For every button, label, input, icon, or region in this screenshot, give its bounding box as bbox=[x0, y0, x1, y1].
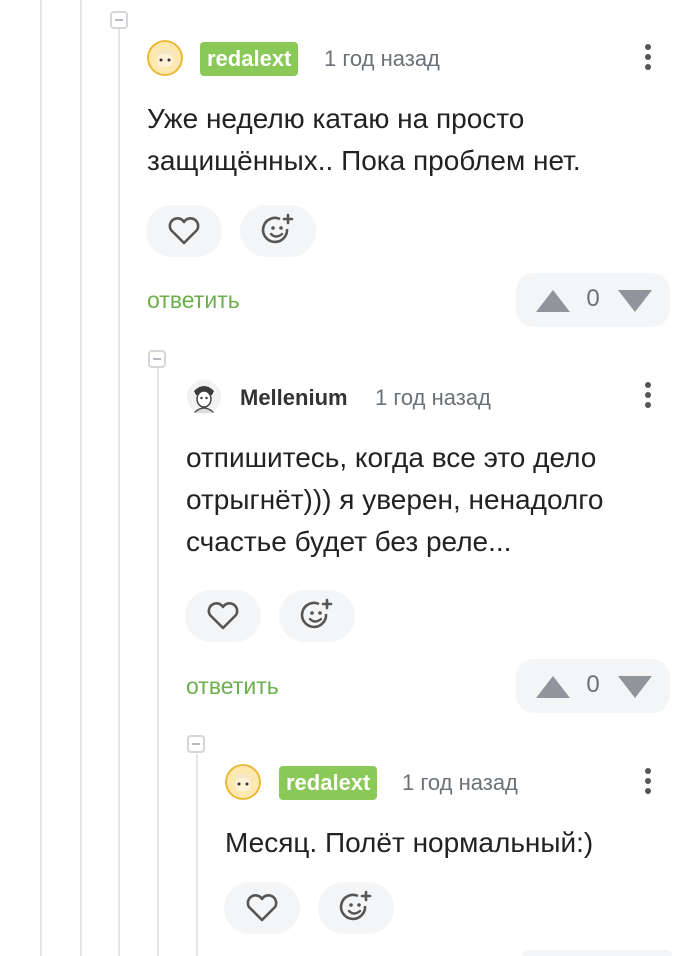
collapse-icon[interactable] bbox=[187, 735, 205, 753]
avatar[interactable] bbox=[186, 379, 222, 415]
more-vertical-icon[interactable] bbox=[644, 382, 652, 414]
comment-text: отпишитесь, когда все это дело отрыгнёт)… bbox=[186, 437, 603, 563]
reaction-button[interactable] bbox=[318, 882, 394, 934]
reply-link[interactable]: ответить bbox=[147, 287, 240, 314]
arrow-down-icon[interactable] bbox=[618, 290, 652, 312]
username-badge[interactable]: redalext bbox=[279, 766, 378, 800]
comment-time[interactable]: 1 год назад bbox=[324, 46, 440, 72]
thread-line bbox=[196, 754, 198, 956]
add-emoji-icon bbox=[339, 890, 372, 921]
collapse-icon[interactable] bbox=[148, 350, 166, 368]
heart-icon bbox=[168, 217, 200, 245]
thread-line bbox=[40, 0, 42, 956]
like-button[interactable] bbox=[185, 590, 261, 642]
heart-icon bbox=[207, 602, 239, 630]
add-emoji-icon bbox=[261, 213, 294, 244]
collapse-icon[interactable] bbox=[110, 11, 128, 29]
comment-time[interactable]: 1 год назад bbox=[402, 770, 518, 796]
thread-line bbox=[118, 28, 120, 956]
vote-box-partial bbox=[522, 950, 672, 956]
vote-box: 0 bbox=[516, 273, 670, 327]
like-button[interactable] bbox=[224, 882, 300, 934]
avatar[interactable] bbox=[225, 764, 261, 800]
comment-text-line: защищённых.. Пока проблем нет. bbox=[147, 145, 581, 176]
comment-text-line: отпишитесь, когда все это дело bbox=[186, 442, 597, 473]
comment-text-line: Месяц. Полёт нормальный:) bbox=[225, 827, 594, 858]
heart-icon bbox=[246, 894, 278, 922]
comment-text: Месяц. Полёт нормальный:) bbox=[225, 822, 593, 864]
reaction-button[interactable] bbox=[240, 205, 316, 257]
avatar[interactable] bbox=[147, 40, 183, 76]
thread-line bbox=[157, 368, 159, 956]
thread-line bbox=[80, 0, 82, 956]
comment-text-line: Уже неделю катаю на просто bbox=[147, 103, 525, 134]
reaction-button[interactable] bbox=[279, 590, 355, 642]
more-vertical-icon[interactable] bbox=[644, 44, 652, 76]
add-emoji-icon bbox=[300, 598, 333, 629]
username[interactable]: Mellenium bbox=[240, 385, 348, 411]
reply-link[interactable]: ответить bbox=[186, 673, 279, 700]
comment-text-line: отрыгнёт))) я уверен, ненадолго bbox=[186, 484, 604, 515]
vote-box: 0 bbox=[516, 659, 670, 713]
comment-text-line: счастье будет без реле... bbox=[186, 526, 512, 557]
username-badge[interactable]: redalext bbox=[200, 42, 299, 76]
like-button[interactable] bbox=[146, 205, 222, 257]
comment-text: Уже неделю катаю на просто защищённых.. … bbox=[147, 98, 581, 182]
more-vertical-icon[interactable] bbox=[644, 768, 652, 800]
arrow-down-icon[interactable] bbox=[618, 676, 652, 698]
comment-time[interactable]: 1 год назад bbox=[375, 385, 491, 411]
